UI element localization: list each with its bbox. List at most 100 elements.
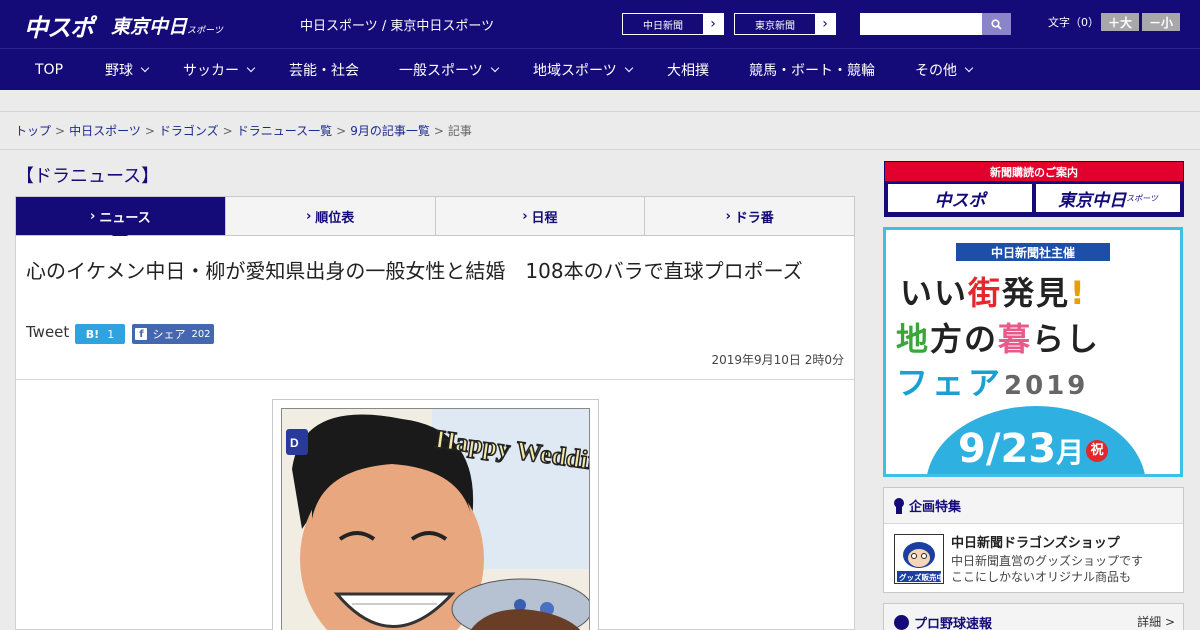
tokyo-chunichi-logo[interactable]: 東京中日スポーツ [111, 12, 223, 39]
shop-mascot-icon: グッズ販売中 [895, 535, 943, 583]
nav-label: 芸能・社会 [289, 62, 359, 79]
dragons-tabs: › ニュース › 順位表 › 日程 › ドラ番 [15, 196, 855, 243]
ad-line-3-text: フェア [896, 364, 1005, 402]
divider [0, 149, 1200, 150]
main-nav: TOP 野球 サッカー 芸能・社会 一般スポーツ 地域スポーツ 大相撲 競馬・ボ… [0, 48, 1200, 90]
shop-desc-line: 中日新聞直営のグッズショップです [951, 554, 1144, 568]
font-smaller-button[interactable]: －小 [1142, 13, 1180, 31]
article: 心のイケメン中日・柳が愛知県出身の一般女性と結婚 108本のバラで直球プロポーズ… [15, 236, 855, 630]
ad-line-1a: いい [900, 274, 969, 312]
site-header: 中スポ 東京中日スポーツ 中日スポーツ / 東京中日スポーツ 中日新聞 › 東京… [0, 0, 1200, 48]
hatena-icon: B! [85, 327, 100, 341]
breadcrumb-link[interactable]: ドラゴンズ [159, 124, 219, 138]
breadcrumb-link[interactable]: 中日スポーツ [69, 124, 141, 138]
paper-link-label: 東京新聞 [735, 14, 815, 34]
search-button[interactable] [982, 13, 1011, 35]
article-date: 2019年9月10日 2時0分 [711, 353, 844, 367]
baseball-title: プロ野球速報 [914, 616, 993, 630]
subscribe-chuspo-logo[interactable]: 中スポ [888, 184, 1032, 212]
ad-line-2a: 地 [896, 320, 931, 358]
ad-date: 9/23月祝 [958, 426, 1109, 472]
search-icon [991, 18, 1002, 30]
article-headline: 心のイケメン中日・柳が愛知県出身の一般女性と結婚 108本のバラで直球プロポーズ [26, 259, 803, 283]
facebook-icon: f [135, 328, 148, 340]
fb-share-label: シェア [152, 328, 186, 341]
ad-line-2b: 方の [930, 320, 999, 358]
subscribe-tokyo-logo[interactable]: 東京中日 スポーツ [1036, 184, 1180, 212]
chevron-right-icon: › [703, 14, 723, 34]
chevron-down-icon [140, 63, 150, 72]
chevron-right-icon: › [305, 208, 312, 224]
nav-label: TOP [35, 61, 64, 78]
local-life-fair-ad[interactable]: 中日新聞社主催 いい街発見! 地方の暮らし フェア2019 9/23月祝 [883, 227, 1183, 477]
chevron-right-icon: › [725, 208, 731, 224]
divider [16, 379, 854, 380]
baseball-scores-box: プロ野球速報 詳細 > [883, 603, 1184, 630]
hatena-bookmark-button[interactable]: B! 1 [75, 324, 125, 344]
section-heading: 【ドラニュース】 [16, 166, 160, 187]
baseball-icon [894, 614, 909, 630]
nav-item-regional-sports[interactable]: 地域スポーツ [533, 49, 633, 90]
ribbon-icon [894, 497, 904, 514]
ad-line-1d: ! [1070, 274, 1087, 312]
nav-label: サッカー [183, 62, 239, 79]
nav-item-entertainment[interactable]: 芸能・社会 [289, 49, 359, 90]
ad-host-label: 中日新聞社主催 [956, 243, 1110, 261]
chunichi-shimbun-link[interactable]: 中日新聞 › [622, 13, 724, 35]
feature-box: 企画特集 グッズ販売中 中日新聞ドラゴンズショップ 中日新聞直営のグッズショップ… [883, 487, 1184, 593]
ad-line-1c: 発見 [1002, 274, 1071, 312]
hatena-count: 1 [107, 327, 115, 341]
ad-line-2: 地方の暮らし [896, 314, 1100, 360]
search-input[interactable] [860, 13, 982, 35]
tokyo-logo-sub: スポーツ [187, 26, 223, 36]
shop-desc-line: ここにしかないオリジナル商品も [951, 570, 1132, 584]
font-bigger-button[interactable]: ＋大 [1101, 13, 1139, 31]
subscribe-tokyo-text: 東京中日 [1058, 190, 1127, 211]
ad-strip [0, 90, 1200, 112]
tab-label: 順位表 [315, 210, 355, 226]
details-link[interactable]: 詳細 > [1137, 613, 1175, 630]
article-photo[interactable]: D Happy Wedding [272, 399, 599, 630]
tab-label: ドラ番 [734, 210, 774, 226]
tab-label: 日程 [531, 210, 558, 226]
chevron-right-icon: › [522, 208, 528, 224]
nav-item-other[interactable]: その他 [915, 49, 974, 90]
chevron-down-icon [246, 63, 256, 72]
site-tagline[interactable]: 中日スポーツ / 東京中日スポーツ [300, 15, 494, 34]
shop-title-link[interactable]: 中日新聞ドラゴンズショップ [951, 532, 1120, 551]
tab-dora-ban[interactable]: › ドラ番 [645, 197, 854, 235]
ad-line-2d: らし [1032, 320, 1101, 358]
tab-news[interactable]: › ニュース [16, 197, 226, 243]
breadcrumb-current: 記事 [447, 124, 472, 138]
breadcrumb-link[interactable]: ドラニュース一覧 [237, 124, 332, 138]
nav-label: その他 [915, 62, 957, 79]
tab-standings[interactable]: › 順位表 [226, 197, 436, 235]
tokyo-shimbun-link[interactable]: 東京新聞 › [734, 13, 836, 35]
nav-item-baseball[interactable]: 野球 [105, 49, 150, 90]
font-size-label: 文字（0） [1048, 16, 1099, 29]
caricature-illustration: D Happy Wedding [281, 408, 590, 630]
nav-item-top[interactable]: TOP [35, 49, 63, 90]
nav-label: 地域スポーツ [533, 62, 617, 79]
paper-link-label: 中日新聞 [623, 14, 703, 34]
ad-date-main: 9/23 [958, 426, 1057, 472]
facebook-share-button[interactable]: f シェア 202 [132, 324, 214, 344]
nav-item-racing[interactable]: 競馬・ボート・競輪 [749, 49, 875, 90]
chevron-right-icon: › [815, 14, 835, 34]
breadcrumb-link[interactable]: 9月の記事一覧 [350, 124, 430, 138]
breadcrumb-link[interactable]: トップ [15, 124, 51, 138]
chuspo-logo[interactable]: 中スポ [24, 8, 94, 43]
subscription-banner[interactable]: 新聞購読のご案内 中スポ 東京中日 スポーツ [884, 161, 1184, 217]
chevron-right-icon: › [90, 208, 96, 224]
shop-thumbnail[interactable]: グッズ販売中 [894, 534, 944, 584]
nav-item-sumo[interactable]: 大相撲 [667, 49, 709, 90]
tab-schedule[interactable]: › 日程 [436, 197, 646, 235]
tokyo-logo-text: 東京中日 [111, 16, 188, 38]
nav-item-soccer[interactable]: サッカー [183, 49, 256, 90]
chevron-down-icon [964, 63, 974, 72]
nav-item-general-sports[interactable]: 一般スポーツ [399, 49, 499, 90]
nav-label: 大相撲 [667, 62, 709, 79]
ad-date-month: 月 [1056, 436, 1085, 469]
tweet-button[interactable]: Tweet [26, 323, 69, 341]
ad-year: 2019 [1004, 371, 1089, 401]
